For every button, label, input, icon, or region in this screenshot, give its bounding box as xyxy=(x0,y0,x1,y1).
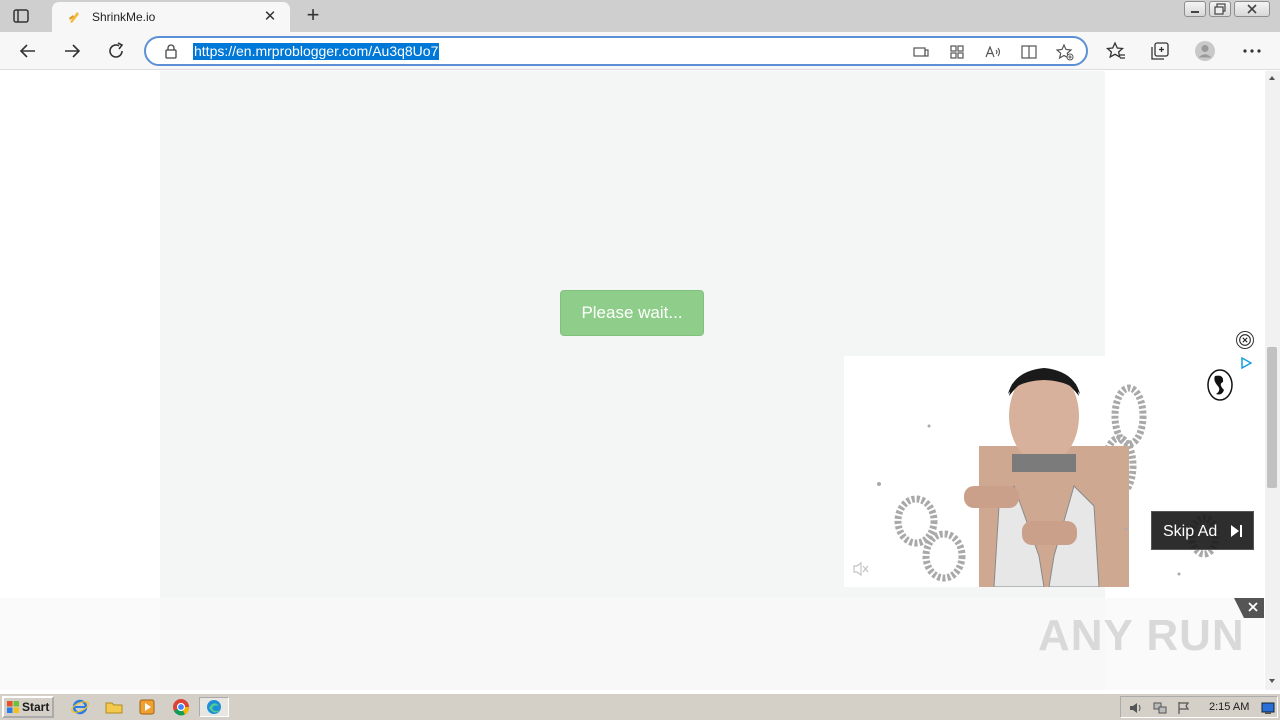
system-tray: 2:15 AM xyxy=(1120,696,1278,718)
start-label: Start xyxy=(22,700,50,714)
skip-next-icon xyxy=(1231,525,1242,537)
windows-taskbar: Start 2:15 AM xyxy=(0,693,1280,720)
scroll-up-arrow-icon[interactable] xyxy=(1267,73,1277,83)
footer-inner xyxy=(160,598,1105,690)
explorer-folder-icon[interactable] xyxy=(104,697,124,717)
window-restore-button[interactable] xyxy=(1209,1,1231,17)
skip-ad-button[interactable]: Skip Ad xyxy=(1151,511,1254,550)
edge-taskbar-button[interactable] xyxy=(199,697,229,717)
video-ad[interactable]: Skip Ad xyxy=(844,356,1254,587)
media-player-icon[interactable] xyxy=(137,697,157,717)
anyrun-watermark: ANY RUN xyxy=(1038,611,1245,660)
hand-favicon-icon xyxy=(69,12,79,23)
favorites-icon[interactable] xyxy=(1105,40,1127,62)
please-wait-button[interactable]: Please wait... xyxy=(560,290,704,336)
window-close-button[interactable] xyxy=(1234,1,1270,17)
reload-icon[interactable] xyxy=(105,40,127,62)
forward-arrow-icon[interactable] xyxy=(61,40,83,62)
scrollbar-thumb[interactable] xyxy=(1267,347,1277,488)
collections-icon[interactable] xyxy=(1149,40,1171,62)
tab-close-icon[interactable]: ✕ xyxy=(262,9,278,25)
taskbar-clock[interactable]: 2:15 AM xyxy=(1209,701,1249,713)
scroll-down-arrow-icon[interactable] xyxy=(1267,676,1277,686)
more-menu-icon[interactable] xyxy=(1241,40,1263,62)
tab-actions-icon[interactable] xyxy=(12,7,30,25)
url-text[interactable]: https://en.mrproblogger.com/Au3q8Uo7 xyxy=(193,43,440,60)
network-icon[interactable] xyxy=(1153,701,1167,715)
windows-logo-icon xyxy=(7,701,19,713)
apps-grid-icon[interactable] xyxy=(948,43,966,61)
internet-explorer-icon[interactable] xyxy=(70,697,90,717)
immersive-reader-icon[interactable] xyxy=(1020,43,1038,61)
read-aloud-icon[interactable] xyxy=(984,43,1002,61)
browser-toolbar: https://en.mrproblogger.com/Au3q8Uo7 xyxy=(0,32,1280,70)
ad-close-circle-icon[interactable] xyxy=(1236,331,1254,349)
window-minimize-button[interactable] xyxy=(1184,1,1206,17)
volume-icon[interactable] xyxy=(1129,701,1143,715)
ad-creative-image xyxy=(844,356,1254,587)
browser-tab[interactable]: ShrinkMe.io ✕ xyxy=(52,2,290,32)
edge-icon xyxy=(207,700,221,714)
start-button[interactable]: Start xyxy=(2,696,54,718)
app-available-icon[interactable] xyxy=(912,43,930,61)
new-tab-icon[interactable]: + xyxy=(302,4,324,27)
show-desktop-icon[interactable] xyxy=(1261,701,1275,715)
action-center-flag-icon[interactable] xyxy=(1177,701,1191,715)
tab-title: ShrinkMe.io xyxy=(92,10,156,24)
page-viewport: Please wait... Skip Ad ANY RUN xyxy=(0,71,1264,690)
lock-icon[interactable] xyxy=(164,43,178,59)
chrome-icon[interactable] xyxy=(171,697,191,717)
add-favorite-icon[interactable] xyxy=(1056,43,1074,61)
skip-ad-label: Skip Ad xyxy=(1163,523,1218,540)
adchoices-icon[interactable] xyxy=(1240,357,1252,369)
back-arrow-icon[interactable] xyxy=(17,40,39,62)
swan-logo-icon xyxy=(1207,369,1233,401)
tab-bar: ShrinkMe.io ✕ + xyxy=(0,0,1280,32)
mute-icon[interactable] xyxy=(852,561,870,577)
profile-avatar-icon[interactable] xyxy=(1194,40,1216,62)
address-bar[interactable]: https://en.mrproblogger.com/Au3q8Uo7 xyxy=(144,36,1088,66)
